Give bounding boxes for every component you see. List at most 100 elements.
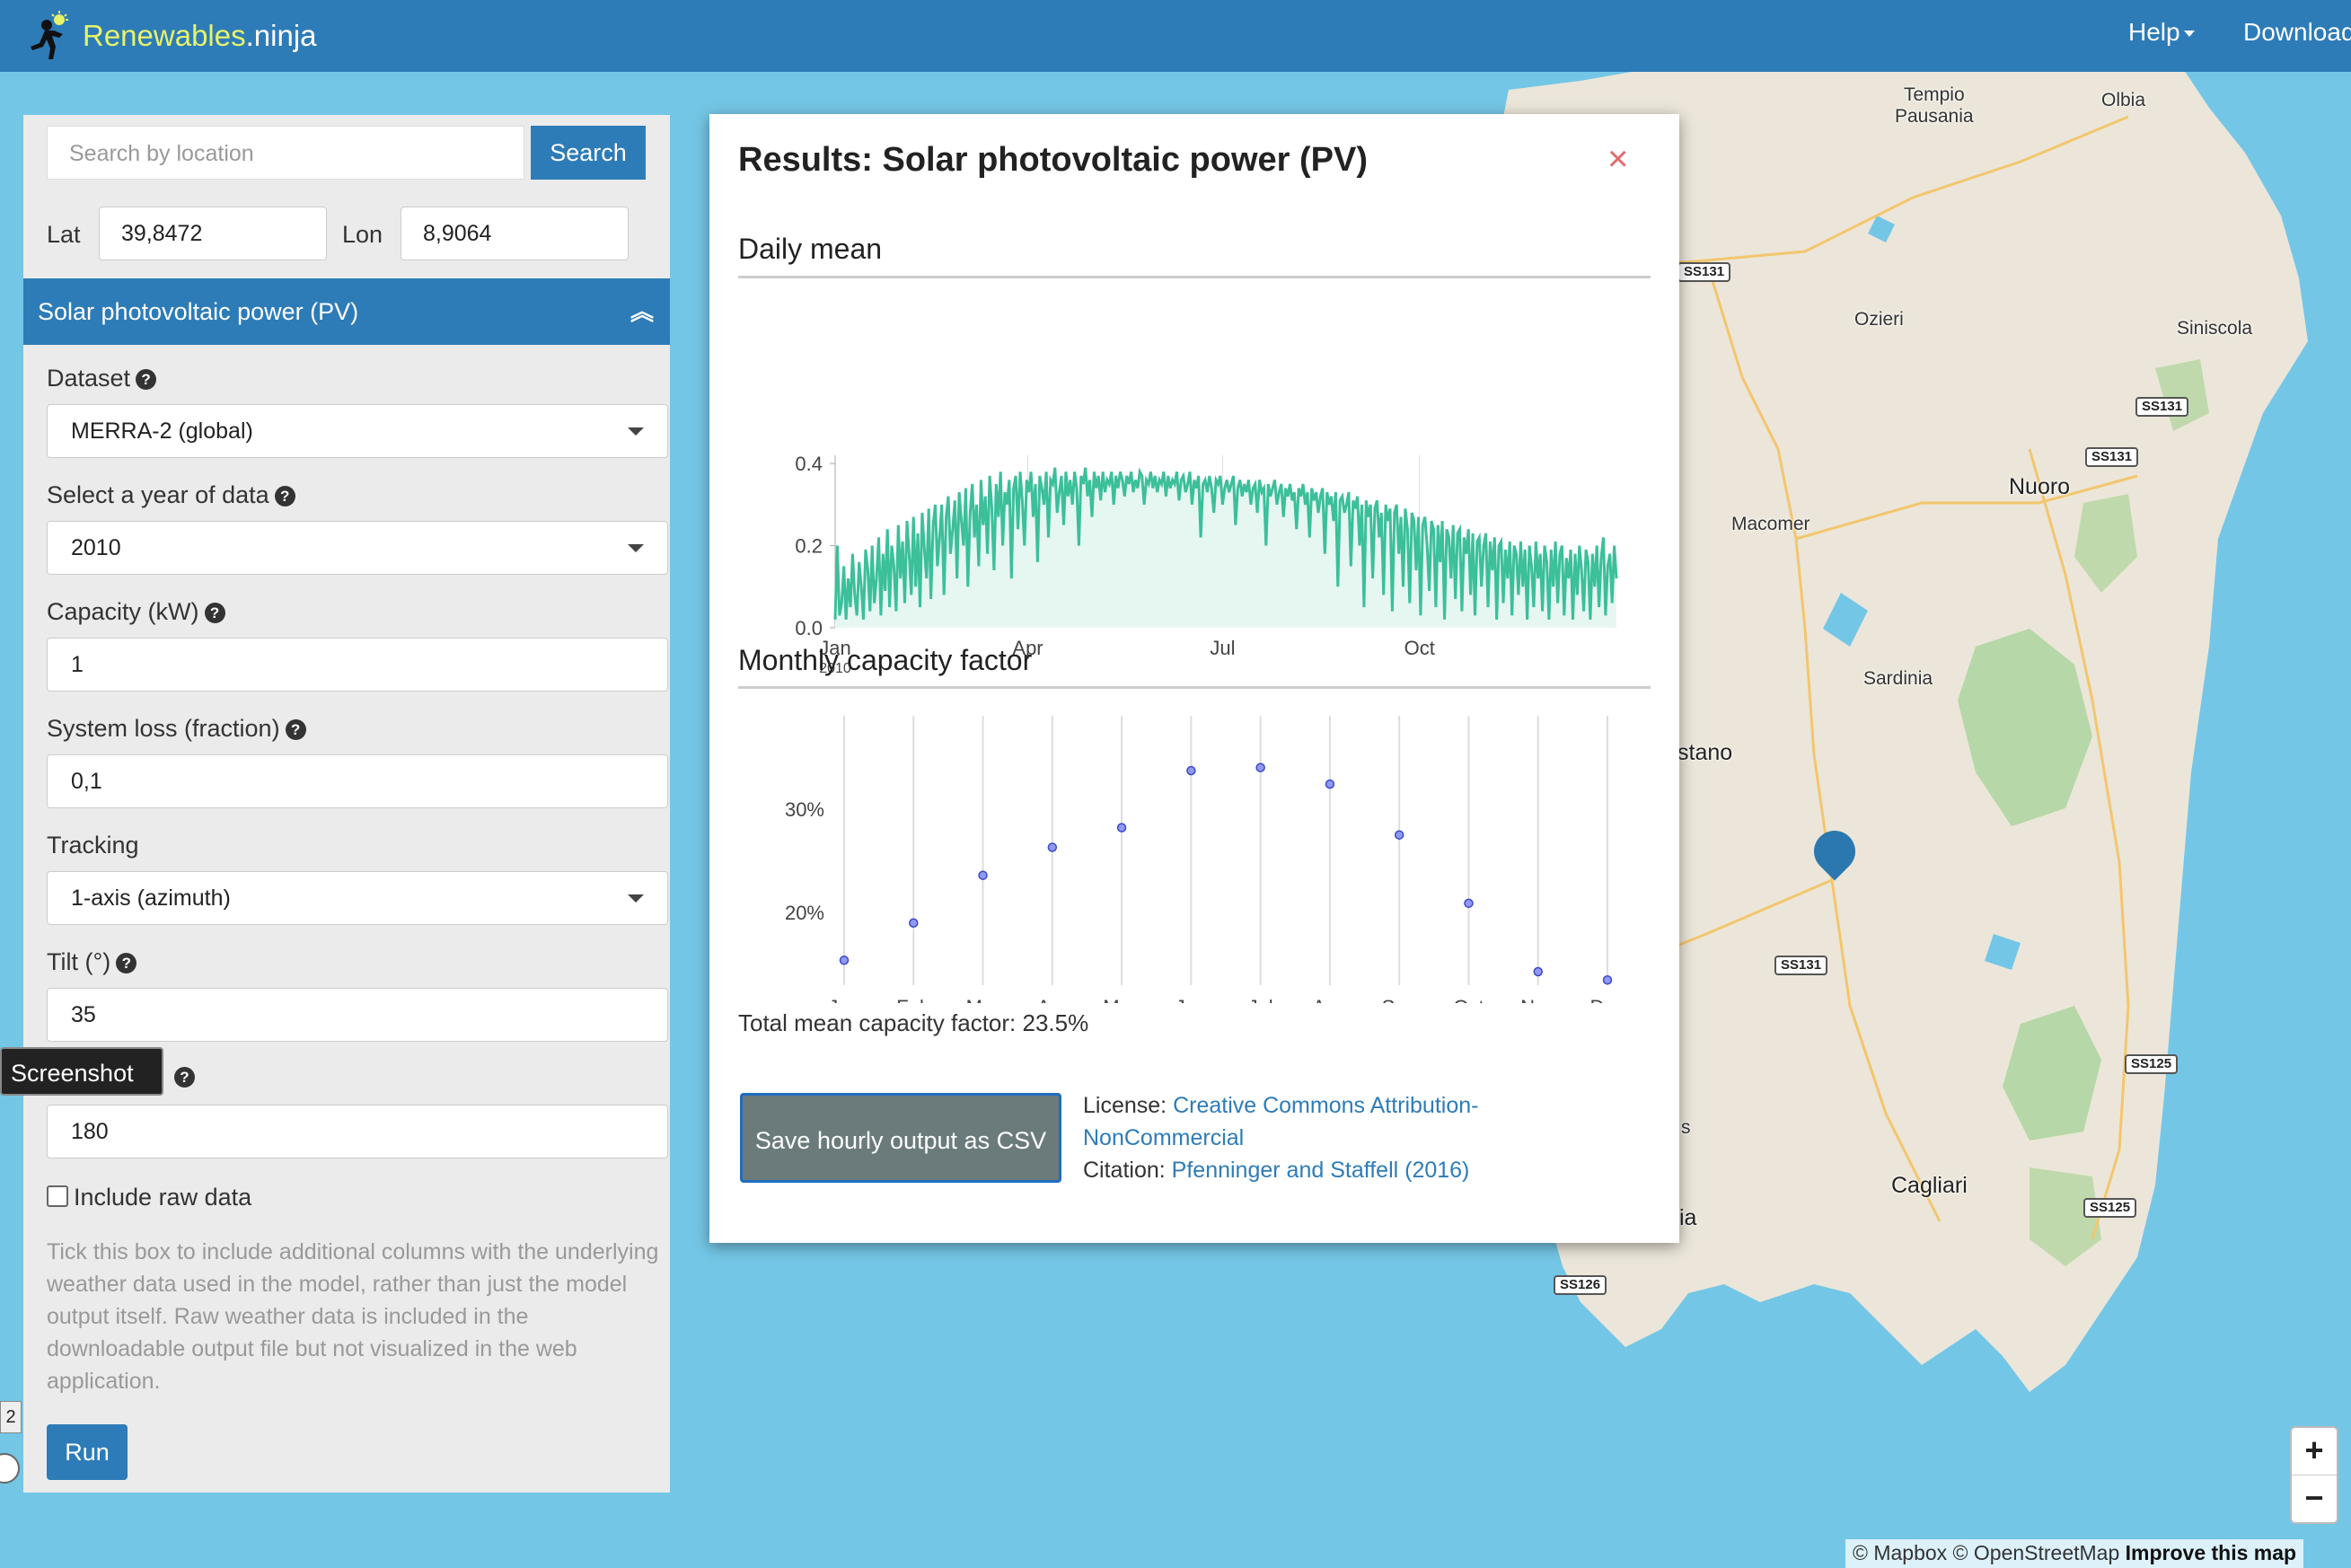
x-tick-label: Mar [966, 996, 1000, 1003]
road-shield-label: SS131 [2091, 449, 2133, 464]
system-loss-label-text: System loss (fraction) [47, 715, 280, 742]
citation-line: Citation: Pfenninger and Staffell (2016) [1083, 1154, 1469, 1186]
monthly-cf-point [1464, 898, 1474, 909]
map-label-oristano: stano [1677, 740, 1732, 766]
monthly-cf-point [1255, 762, 1265, 772]
save-csv-button[interactable]: Save hourly output as CSV [740, 1093, 1061, 1183]
map-label-nuoro: Nuoro [2009, 474, 2070, 500]
year-value: 2010 [71, 535, 121, 560]
include-raw-data-checkbox[interactable] [47, 1185, 68, 1207]
lat-input[interactable]: 39,8472 [99, 207, 327, 260]
help-icon[interactable]: ? [136, 369, 157, 391]
tracking-label: Tracking [47, 832, 139, 859]
tilt-input[interactable]: 35 [47, 988, 668, 1042]
x-tick-label: Nov [1520, 996, 1555, 1003]
monthly-capacity-chart[interactable]: 20% 30% Jan Feb Mar Apr May Jun Jul Aug Sep Oct Nov D… [709, 698, 1679, 1003]
y-tick-label: 0.2 [795, 535, 823, 558]
raw-data-help-text: Tick this box to include additional colu… [47, 1239, 659, 1394]
license-line: License: Creative Commons Attribution-No… [1083, 1089, 1514, 1154]
map-label-tempio: Tempio Pausania [1895, 84, 1974, 128]
year-label: Select a year of data? [47, 481, 295, 509]
include-raw-data-label[interactable]: Include raw data [74, 1184, 251, 1211]
modal-title: Results: Solar photovoltaic power (PV) [738, 141, 1368, 179]
results-modal: Results: Solar photovoltaic power (PV) ×… [709, 114, 1679, 1243]
monthly-cf-point [1186, 765, 1196, 776]
location-search-input[interactable]: Search by location [47, 126, 524, 180]
azimuth-input[interactable]: 180 [47, 1105, 668, 1158]
dataset-select[interactable]: MERRA-2 (global) [47, 404, 668, 458]
x-tick-label: Apr [1037, 996, 1068, 1003]
monthly-cf-point [1394, 830, 1404, 840]
road-shield: SS131 [1677, 262, 1731, 282]
screenshot-tooltip: Screenshot [0, 1047, 163, 1096]
brand[interactable]: Renewables.ninja [23, 7, 317, 65]
x-tick-label: Aug [1312, 996, 1347, 1003]
x-tick-label: Feb [896, 996, 930, 1003]
system-loss-label: System loss (fraction)? [47, 715, 306, 743]
monthly-cf-point [1325, 779, 1335, 789]
zoom-out-button[interactable]: − [2292, 1475, 2337, 1522]
road-shield: SS131 [2085, 447, 2139, 467]
nav-download-label: Download [2243, 18, 2351, 46]
search-button[interactable]: Search [531, 126, 646, 180]
year-label-text: Select a year of data [47, 481, 269, 508]
help-icon[interactable]: ? [285, 719, 306, 741]
map-label-text: stano [1677, 740, 1733, 765]
map-label-cagliari: Cagliari [1891, 1173, 1968, 1199]
help-icon[interactable]: ? [116, 953, 137, 974]
x-tick-label: Sep [1382, 996, 1417, 1003]
map-label-text: Ozieri [1854, 309, 1904, 330]
panel-header-pv[interactable]: Solar photovoltaic power (PV) ︽ [23, 278, 670, 345]
y-tick-label: 30% [785, 798, 824, 821]
brand-title: Renewables.ninja [83, 19, 317, 53]
section-divider [738, 686, 1651, 689]
map-label-text: Siniscola [2177, 318, 2253, 339]
tracking-select[interactable]: 1-axis (azimuth) [47, 871, 668, 925]
road-shield: SS131 [1774, 956, 1828, 975]
close-icon[interactable]: × [1607, 141, 1628, 177]
x-tick-label: Jun [1176, 996, 1207, 1003]
settings-sidebar: Search by location Search Lat 39,8472 Lo… [23, 115, 670, 1493]
map-label-text: ia [1679, 1205, 1697, 1230]
daily-mean-chart[interactable]: 0.00.20.4Jan Apr Jul Oct2010 [709, 294, 1679, 689]
edge-tab[interactable]: 2 [0, 1401, 22, 1433]
x-tick-label: Jan [828, 996, 859, 1003]
lon-input[interactable]: 8,9064 [401, 207, 629, 260]
map-label-text: Macomer [1731, 514, 1810, 534]
map-label-text: Tempio Pausania [1895, 84, 1974, 127]
map-label-ozieri: Ozieri [1854, 309, 1904, 330]
year-select[interactable]: 2010 [47, 521, 668, 575]
improve-map-link[interactable]: Improve this map [2126, 1541, 2296, 1564]
dataset-label-text: Dataset [47, 365, 131, 392]
zoom-in-button[interactable]: + [2292, 1428, 2337, 1475]
monthly-cf-point [1533, 966, 1543, 977]
section-divider [738, 276, 1651, 278]
collapse-chevron-icon[interactable]: ︽ [630, 278, 654, 345]
map-label-fragment-s: s [1681, 1117, 1691, 1139]
capacity-input[interactable]: 1 [47, 638, 668, 692]
map-label-macomer: Macomer [1731, 514, 1810, 535]
x-tick-label: Oct [1453, 996, 1484, 1003]
nav-download[interactable]: Download [2243, 18, 2351, 47]
lat-label: Lat [47, 221, 81, 248]
road-shield-label: SS131 [1684, 264, 1725, 279]
monthly-cf-point [1047, 842, 1058, 852]
help-icon[interactable]: ? [204, 603, 225, 624]
road-shield: SS131 [2135, 397, 2189, 417]
system-loss-input[interactable]: 0,1 [47, 754, 668, 808]
road-shield-label: SS131 [1781, 957, 1822, 973]
lon-label: Lon [342, 221, 383, 248]
capacity-label: Capacity (kW)? [47, 598, 225, 626]
x-tick-label: Jul [1248, 996, 1273, 1003]
capacity-label-text: Capacity (kW) [47, 598, 199, 625]
nav-help-dropdown[interactable]: Help [2128, 18, 2195, 47]
attribution-text[interactable]: © Mapbox © OpenStreetMap [1853, 1541, 2119, 1564]
citation-link[interactable]: Pfenninger and Staffell (2016) [1172, 1158, 1470, 1183]
run-button[interactable]: Run [47, 1424, 128, 1480]
top-navbar: Renewables.ninja Help Download [0, 0, 2351, 72]
y-tick-label: 20% [785, 902, 824, 924]
road-shield-label: SS125 [2090, 1200, 2131, 1215]
help-icon[interactable]: ? [274, 486, 295, 507]
help-icon[interactable]: ? [174, 1067, 195, 1088]
monthly-capacity-title: Monthly capacity factor [738, 644, 1033, 676]
